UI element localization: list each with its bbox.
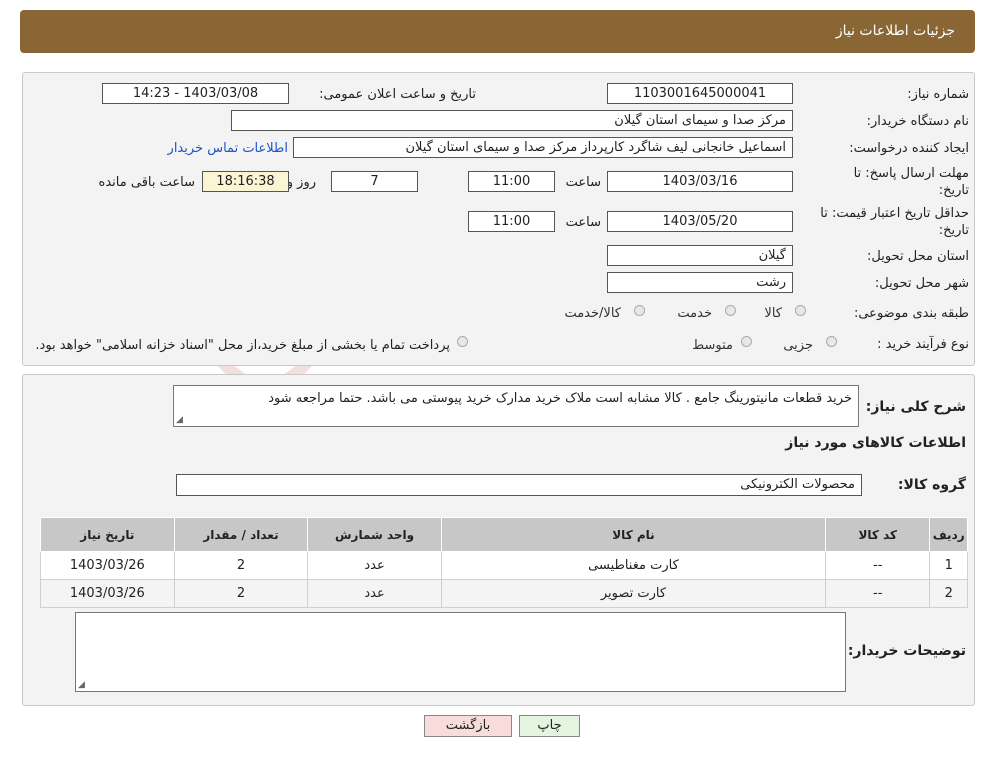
goods-table: ردیف کد کالا نام کالا واحد شمارش تعداد /… bbox=[40, 517, 968, 608]
remaining-time-field: 18:16:38 bbox=[202, 171, 289, 192]
goods-group-label: گروه کالا: bbox=[897, 477, 966, 493]
process-radio-treasury[interactable] bbox=[457, 336, 468, 347]
buyer-notes-label: توضیحات خریدار: bbox=[847, 643, 966, 659]
deadline-time-label: ساعت bbox=[565, 175, 601, 190]
col-quantity: تعداد / مقدار bbox=[173, 517, 309, 552]
validity-time-field: 11:00 bbox=[468, 211, 555, 232]
page-title: جزئیات اطلاعات نیاز bbox=[835, 23, 955, 39]
province-field: گیلان bbox=[607, 245, 793, 266]
table-row: 2 -- کارت تصویر عدد 2 1403/03/26 bbox=[40, 579, 968, 608]
creator-field: اسماعیل خانجانی لیف شاگرد کارپرداز مرکز … bbox=[293, 137, 793, 158]
cell-need-date: 1403/03/26 bbox=[40, 579, 175, 608]
need-number-label: شماره نیاز: bbox=[907, 87, 969, 102]
category-option-goods-service: کالا/خدمت bbox=[564, 306, 621, 321]
process-radio-medium[interactable] bbox=[741, 336, 752, 347]
description-textarea[interactable]: خرید قطعات مانیتورینگ جامع . کالا مشابه … bbox=[173, 385, 859, 427]
days-remaining-field: 7 bbox=[331, 171, 418, 192]
process-option-medium: متوسط bbox=[692, 338, 733, 353]
table-row: 1 -- کارت مغناطیسی عدد 2 1403/03/26 bbox=[40, 551, 968, 580]
table-header-row: ردیف کد کالا نام کالا واحد شمارش تعداد /… bbox=[40, 517, 968, 552]
province-label: استان محل تحویل: bbox=[867, 249, 969, 264]
process-option-minor: جزیی bbox=[783, 338, 813, 353]
announce-label: تاریخ و ساعت اعلان عمومی: bbox=[319, 87, 476, 102]
col-row-number: ردیف bbox=[929, 517, 968, 552]
process-radio-minor[interactable] bbox=[826, 336, 837, 347]
cell-item-name: کارت تصویر bbox=[440, 579, 827, 608]
cell-unit: عدد bbox=[307, 551, 442, 580]
cell-quantity: 2 bbox=[173, 579, 309, 608]
cell-item-name: کارت مغناطیسی bbox=[440, 551, 827, 580]
col-item-name: نام کالا bbox=[440, 517, 827, 552]
validity-time-label: ساعت bbox=[565, 215, 601, 230]
cell-quantity: 2 bbox=[173, 551, 309, 580]
need-number-field: 1103001645000041 bbox=[607, 83, 793, 104]
description-text: خرید قطعات مانیتورینگ جامع . کالا مشابه … bbox=[268, 391, 852, 406]
city-field: رشت bbox=[607, 272, 793, 293]
remaining-label: ساعت باقی مانده bbox=[98, 175, 195, 190]
category-option-service: خدمت bbox=[677, 306, 712, 321]
buyer-org-field: مرکز صدا و سیمای استان گیلان bbox=[231, 110, 793, 131]
cell-item-code: -- bbox=[825, 551, 931, 580]
validity-label: حداقل تاریخ اعتبار قیمت: تا bbox=[820, 206, 969, 221]
col-need-date: تاریخ نیاز bbox=[40, 517, 175, 552]
col-unit: واحد شمارش bbox=[307, 517, 442, 552]
back-button[interactable]: بازگشت bbox=[424, 715, 512, 737]
deadline-label: مهلت ارسال پاسخ: تا bbox=[853, 166, 969, 181]
announce-datetime-field: 1403/03/08 - 14:23 bbox=[102, 83, 289, 104]
buyer-contact-link[interactable]: اطلاعات تماس خریدار bbox=[168, 141, 288, 156]
days-label: روز و bbox=[286, 175, 316, 190]
goods-group-field: محصولات الکترونیکی bbox=[176, 474, 862, 496]
print-button[interactable]: چاپ bbox=[519, 715, 580, 737]
cell-row-number: 2 bbox=[929, 579, 968, 608]
category-label: طبقه بندی موضوعی: bbox=[853, 306, 969, 321]
cell-item-code: -- bbox=[825, 579, 931, 608]
validity-label-date: تاریخ: bbox=[938, 223, 969, 238]
creator-label: ایجاد کننده درخواست: bbox=[849, 141, 969, 156]
page-header: جزئیات اطلاعات نیاز bbox=[20, 10, 975, 53]
cell-need-date: 1403/03/26 bbox=[40, 551, 175, 580]
buyer-notes-textarea[interactable]: ◢ bbox=[75, 612, 846, 692]
category-option-goods: کالا bbox=[764, 306, 782, 321]
validity-date-field: 1403/05/20 bbox=[607, 211, 793, 232]
category-radio-goods-service[interactable] bbox=[634, 305, 645, 316]
category-radio-goods[interactable] bbox=[795, 305, 806, 316]
category-radio-service[interactable] bbox=[725, 305, 736, 316]
deadline-date-field: 1403/03/16 bbox=[607, 171, 793, 192]
resize-grip-icon[interactable]: ◢ bbox=[176, 415, 183, 425]
goods-info-title: اطلاعات کالاهای مورد نیاز bbox=[785, 435, 966, 451]
process-label: نوع فرآیند خرید : bbox=[877, 337, 969, 352]
process-note: پرداخت تمام یا بخشی از مبلغ خرید،از محل … bbox=[35, 338, 450, 353]
resize-grip-icon[interactable]: ◢ bbox=[78, 680, 85, 690]
buyer-org-label: نام دستگاه خریدار: bbox=[866, 114, 969, 129]
cell-row-number: 1 bbox=[929, 551, 968, 580]
cell-unit: عدد bbox=[307, 579, 442, 608]
deadline-time-field: 11:00 bbox=[468, 171, 555, 192]
city-label: شهر محل تحویل: bbox=[874, 276, 969, 291]
deadline-label-date: تاریخ: bbox=[938, 183, 969, 198]
col-item-code: کد کالا bbox=[825, 517, 931, 552]
description-label: شرح کلی نیاز: bbox=[865, 399, 966, 415]
